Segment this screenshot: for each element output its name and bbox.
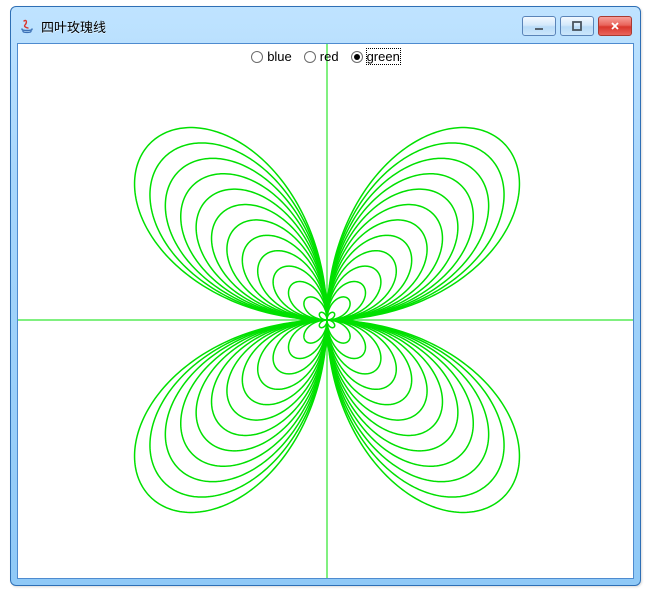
close-button[interactable] xyxy=(598,16,632,36)
radio-circle-icon xyxy=(351,51,363,63)
radio-option-red[interactable]: red xyxy=(302,48,341,65)
desktop: 四叶玫瑰线 blue xyxy=(0,0,655,594)
radio-circle-icon xyxy=(304,51,316,63)
radio-circle-icon xyxy=(251,51,263,63)
client-area: blue red green xyxy=(17,43,634,579)
minimize-button[interactable] xyxy=(522,16,556,36)
titlebar[interactable]: 四叶玫瑰线 xyxy=(17,13,634,43)
window-title: 四叶玫瑰线 xyxy=(41,17,522,36)
color-radio-group: blue red green xyxy=(18,48,633,65)
rose-curve-plot xyxy=(18,44,633,578)
radio-option-green[interactable]: green xyxy=(349,48,402,65)
radio-label: green xyxy=(367,49,400,64)
radio-option-blue[interactable]: blue xyxy=(249,48,294,65)
maximize-button[interactable] xyxy=(560,16,594,36)
radio-label: red xyxy=(320,49,339,64)
window: 四叶玫瑰线 blue xyxy=(10,6,641,586)
plot-area xyxy=(18,44,633,578)
window-buttons xyxy=(522,16,632,36)
java-icon xyxy=(19,18,35,34)
radio-label: blue xyxy=(267,49,292,64)
